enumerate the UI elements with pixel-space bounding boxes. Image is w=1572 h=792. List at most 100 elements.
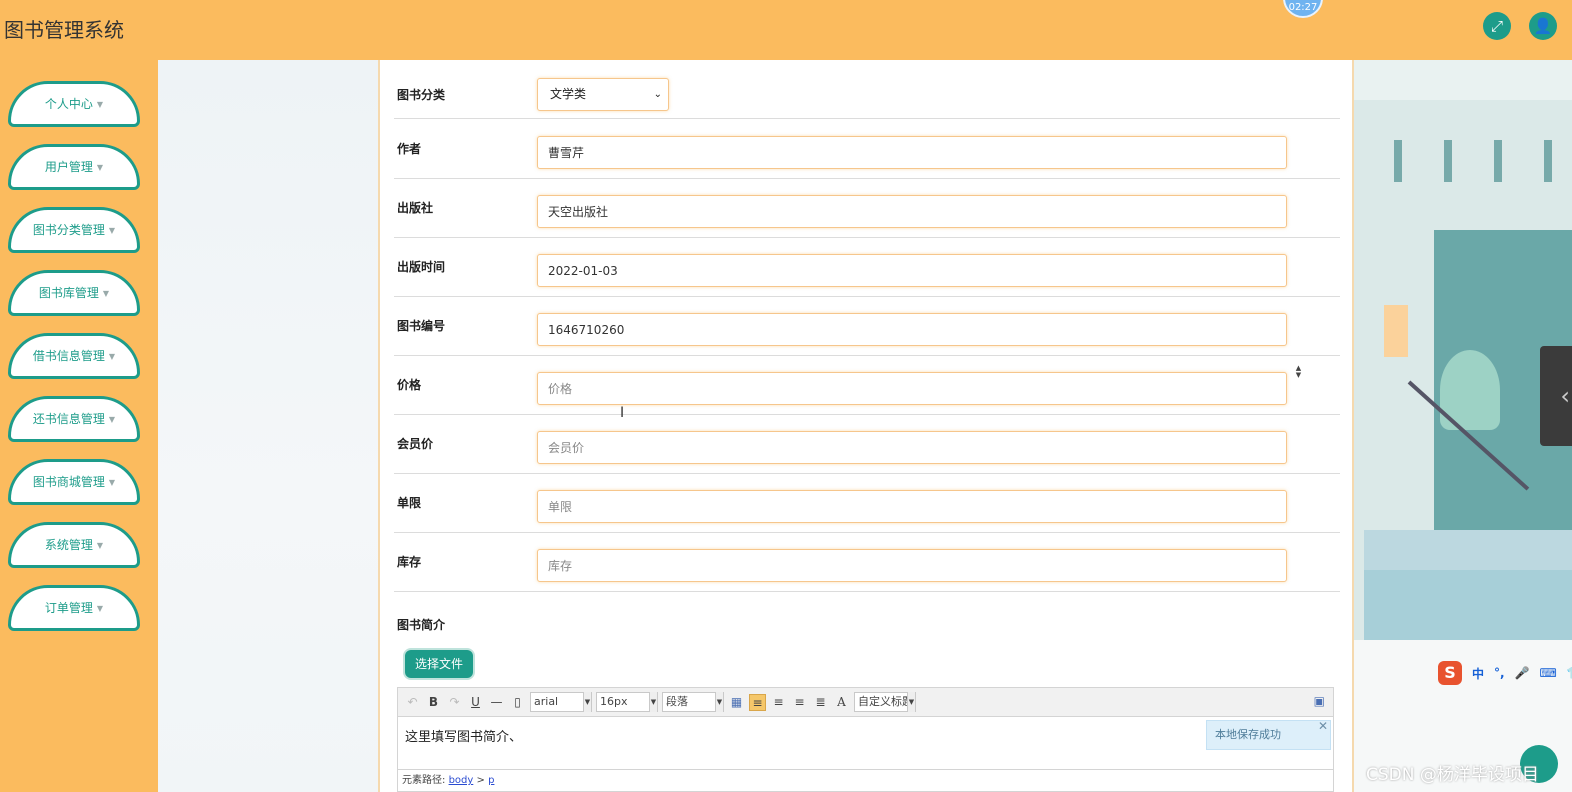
sidebar-item-library-management[interactable]: 图书库管理 ▼: [8, 270, 140, 316]
font-family-value: arial: [534, 695, 559, 708]
editor-toolbar: ↶ B ↷ U — ▯ arial ▼ 16px ▼ 段落 ▼ ▦ ≡ ≡ ≡ ≣ A…: [398, 688, 1333, 717]
sidebar-item-label: 借书信息管理: [32, 349, 105, 363]
sidebar-item-label: 个人中心: [44, 97, 93, 111]
element-path-bar: 元素路径: body > p: [398, 769, 1333, 791]
chevron-down-icon: ⌄: [653, 89, 662, 100]
field-label: 库存: [397, 555, 422, 569]
font-color-icon[interactable]: A: [833, 694, 850, 711]
author-field[interactable]: [537, 136, 1287, 169]
element-path-p-link[interactable]: p: [488, 775, 494, 786]
clock-badge: 02:27: [1283, 0, 1323, 18]
custom-title-value: 自定义标题: [858, 695, 913, 708]
sidebar-item-return-management[interactable]: 还书信息管理 ▼: [8, 396, 140, 442]
form-row-publisher: 出版社: [394, 179, 1340, 238]
fullscreen-icon[interactable]: ▣: [1314, 694, 1325, 708]
background-left: [158, 60, 380, 792]
form-row-stock: 库存: [394, 533, 1340, 592]
scene-frame: [1384, 305, 1408, 357]
font-family-select[interactable]: arial ▼: [530, 692, 592, 712]
price-field[interactable]: [537, 372, 1287, 405]
sidebar-item-order-management[interactable]: 订单管理 ▼: [8, 585, 140, 631]
publisher-field[interactable]: [537, 195, 1287, 228]
sidebar-item-user-management[interactable]: 用户管理 ▼: [8, 144, 140, 190]
dropdown-arrow-icon: ▼: [649, 692, 657, 712]
top-header: 图书管理系统 02:27 ⤢ 👤: [0, 0, 1572, 60]
sidebar-item-label: 图书库管理: [38, 286, 99, 300]
undo-icon[interactable]: ↶: [404, 694, 421, 711]
user-icon[interactable]: 👤: [1529, 12, 1557, 40]
sidebar-item-personal-center[interactable]: 个人中心 ▼: [8, 81, 140, 127]
caret-down-icon: ▼: [108, 414, 116, 424]
field-label: 出版社: [397, 201, 434, 215]
scene-post: [1494, 140, 1502, 182]
publish-date-field[interactable]: [537, 254, 1287, 287]
category-select[interactable]: 文学类 ⌄: [537, 78, 669, 111]
keyboard-icon[interactable]: ⌨: [1540, 666, 1557, 680]
ime-toolbar[interactable]: S 中 °, 🎤 ⌨ 👕: [1438, 660, 1572, 686]
book-no-field[interactable]: [537, 313, 1287, 346]
form-row-book-no: 图书编号: [394, 297, 1340, 356]
form-row-limit: 单限: [394, 474, 1340, 533]
align-right-icon[interactable]: ≡: [770, 694, 787, 711]
caret-down-icon: ▼: [108, 225, 116, 235]
limit-field[interactable]: [537, 490, 1287, 523]
member-price-field[interactable]: [537, 431, 1287, 464]
underline-icon[interactable]: U: [467, 694, 484, 711]
scene-post: [1544, 140, 1552, 182]
ime-language-label[interactable]: 中: [1472, 665, 1484, 682]
align-justify-icon[interactable]: ≣: [812, 694, 829, 711]
sidebar-item-category-management[interactable]: 图书分类管理 ▼: [8, 207, 140, 253]
sidebar-item-system-management[interactable]: 系统管理 ▼: [8, 522, 140, 568]
paste-icon[interactable]: ▯: [509, 694, 526, 711]
element-path-body-link[interactable]: body: [449, 775, 474, 786]
font-size-select[interactable]: 16px ▼: [596, 692, 658, 712]
stock-field[interactable]: [537, 549, 1287, 582]
sidebar-item-shop-management[interactable]: 图书商城管理 ▼: [8, 459, 140, 505]
number-spinner[interactable]: ▲ ▼: [1267, 365, 1330, 379]
sidebar-item-borrow-management[interactable]: 借书信息管理 ▼: [8, 333, 140, 379]
paragraph-value: 段落: [666, 695, 688, 708]
shirt-icon[interactable]: 👕: [1567, 666, 1572, 680]
caret-down-icon: ▼: [96, 603, 104, 613]
bold-icon[interactable]: B: [425, 694, 442, 711]
horizontal-rule-icon[interactable]: —: [488, 694, 505, 711]
sogou-logo-icon: S: [1438, 661, 1462, 685]
caret-down-icon: ▼: [102, 288, 110, 298]
caret-down-icon: ▼: [96, 99, 104, 109]
text-cursor-icon: I: [620, 405, 625, 421]
punctuation-icon[interactable]: °,: [1494, 666, 1505, 680]
form-row-publish-date: 出版时间: [394, 238, 1340, 297]
caret-down-icon: ▼: [108, 351, 116, 361]
caret-down-icon: ▼: [108, 477, 116, 487]
caret-down-icon: ▼: [96, 162, 104, 172]
watermark: CSDN @杨洋毕设项目: [1366, 765, 1539, 785]
rich-text-editor: ↶ B ↷ U — ▯ arial ▼ 16px ▼ 段落 ▼ ▦ ≡ ≡ ≡ ≣ A…: [397, 687, 1334, 792]
expand-icon[interactable]: ⤢: [1483, 12, 1511, 40]
microphone-icon[interactable]: 🎤: [1515, 666, 1530, 680]
align-center-icon[interactable]: ≡: [791, 694, 808, 711]
redo-icon[interactable]: ↷: [446, 694, 463, 711]
book-form-panel: 图书分类 文学类⌄ 作者 出版社 出版时间 图书编号 价格 ▲▼ 会员价 单限 …: [378, 60, 1354, 792]
dropdown-arrow-icon: ▼: [715, 692, 723, 712]
scene-post: [1394, 140, 1402, 182]
align-left-icon[interactable]: ≡: [749, 693, 766, 711]
category-select-value: 文学类: [550, 87, 587, 101]
choose-file-button[interactable]: 选择文件: [405, 650, 473, 678]
close-icon[interactable]: ✕: [1318, 712, 1328, 740]
editor-content[interactable]: 这里填写图书简介、: [405, 726, 522, 745]
table-icon[interactable]: ▦: [728, 694, 745, 711]
element-path-separator: >: [476, 775, 485, 786]
sidebar-item-label: 系统管理: [44, 538, 93, 552]
app-title: 图书管理系统: [4, 18, 124, 42]
sidebar-item-label: 还书信息管理: [32, 412, 105, 426]
sidebar-item-label: 图书商城管理: [32, 475, 105, 489]
form-row-category: 图书分类 文学类 ⌄: [394, 60, 1340, 119]
field-label: 单限: [397, 496, 422, 510]
paragraph-select[interactable]: 段落 ▼: [662, 692, 724, 712]
field-label: 会员价: [397, 437, 434, 451]
font-size-value: 16px: [600, 695, 628, 708]
collapse-tab-chevron-left-icon[interactable]: ‹: [1540, 346, 1572, 446]
custom-title-select[interactable]: 自定义标题 ▼: [854, 692, 916, 712]
scene-stair: [1364, 530, 1572, 570]
sidebar: 个人中心 ▼ 用户管理 ▼ 图书分类管理 ▼ 图书库管理 ▼ 借书信息管理 ▼ 还书信息管…: [0, 60, 158, 792]
